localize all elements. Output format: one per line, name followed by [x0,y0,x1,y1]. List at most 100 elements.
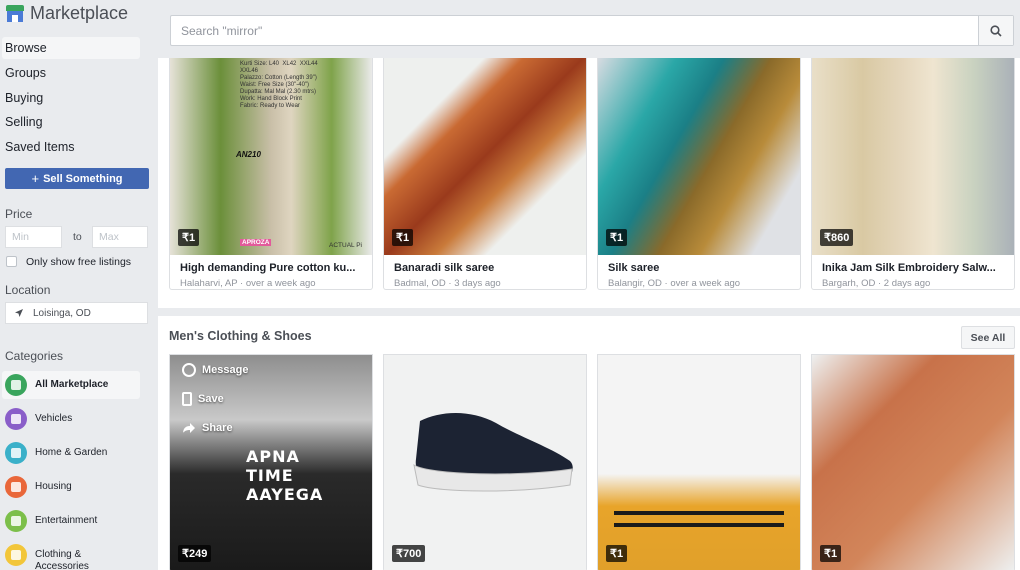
store-icon [6,4,24,22]
listing-location: Badmal, OD [394,278,446,289]
messenger-icon [182,363,196,377]
sneaker-image [413,413,573,492]
listing-card[interactable]: ₹1 [811,354,1015,570]
listing-card[interactable]: Kurti Size: L40 XL42 XXL44 XXL46 Palazzo… [169,58,373,290]
category-label: Clothing & Accessories [35,549,89,570]
category-all-marketplace[interactable]: All Marketplace [2,371,140,399]
search-button[interactable] [978,16,1013,45]
listing-time: 3 days ago [454,278,501,289]
listing-meta: Bargarh, OD · 2 days ago [822,278,931,289]
categories-heading: Categories [5,349,64,363]
listing-card[interactable]: ₹1 Silk saree Balangir, OD · over a week… [597,58,801,290]
product-code: AN210 [236,150,261,159]
listing-meta: Halaharvi, AP · over a week ago [180,278,316,289]
share-label: Share [202,422,233,434]
sidebar: Marketplace Browse Groups Buying Selling… [0,0,158,570]
category-label: All Marketplace [35,379,109,390]
category-clothing-accessories[interactable]: Clothing & Accessories [2,541,140,570]
search-icon [990,24,1002,37]
listing-time: over a week ago [670,278,741,289]
save-label: Save [198,393,224,405]
category-label: Home & Garden [35,447,108,458]
listing-title[interactable]: High demanding Pure cotton ku... [170,255,372,274]
listings-panel: Kurti Size: L40 XL42 XXL44 XXL46 Palazzo… [158,58,1020,308]
category-label: Vehicles [35,413,73,424]
mens-clothing-section: Men's Clothing & Shoes See All Message S… [158,316,1020,570]
listing-time: over a week ago [245,278,316,289]
listing-title[interactable]: Inika Jam Silk Embroidery Salw... [812,255,1014,274]
search-bar [170,15,1014,46]
category-entertainment[interactable]: Entertainment [2,507,140,535]
clothing-icon [5,544,27,566]
listing-card[interactable]: Message Save Share APNA TIME AAYEGA ₹249 [169,354,373,570]
listing-time: 2 days ago [883,278,931,289]
category-vehicles[interactable]: Vehicles [2,405,140,433]
listing-image: ₹700 [384,355,586,570]
listing-image: Kurti Size: L40 XL42 XXL44 XXL46 Palazzo… [170,58,372,255]
listing-image: ₹1 [598,355,800,570]
listing-image: Message Save Share APNA TIME AAYEGA ₹249 [170,355,372,570]
price-badge: ₹249 [178,545,212,562]
listing-card[interactable]: ₹1 [597,354,801,570]
location-heading: Location [5,283,51,297]
nav-item-saved-items[interactable]: Saved Items [2,136,140,158]
nav-item-buying[interactable]: Buying [2,87,140,109]
nav-item-browse[interactable]: Browse [2,37,140,59]
listing-location: Bargarh, OD [822,278,876,289]
navigation-arrow-icon [15,309,23,317]
price-badge: ₹1 [820,545,842,562]
entertainment-icon [5,510,27,532]
category-home-garden[interactable]: Home & Garden [2,439,140,467]
price-badge: ₹1 [606,229,628,246]
listing-card[interactable]: ₹1 Banaradi silk saree Badmal, OD · 3 da… [383,58,587,290]
price-badge: ₹1 [392,229,414,246]
section-title: Men's Clothing & Shoes [169,329,312,343]
price-heading: Price [5,207,33,221]
see-all-button[interactable]: See All [961,326,1015,349]
share-action[interactable]: Share [182,421,233,435]
free-listings-label[interactable]: Only show free listings [26,256,131,268]
product-tag: ACTUAL Pi [329,242,362,249]
share-icon [183,423,195,434]
home-garden-icon [5,442,27,464]
vehicle-icon [5,408,27,430]
listing-location: Halaharvi, AP [180,278,238,289]
price-badge: ₹700 [392,545,426,562]
search-input[interactable] [171,16,979,45]
listing-image: ₹1 [598,58,800,255]
price-badge: ₹1 [606,545,628,562]
price-min-input[interactable]: Min [5,226,62,248]
listing-card[interactable]: ₹700 [383,354,587,570]
brand-watermark: APROZA [240,239,272,246]
listing-title[interactable]: Silk saree [598,255,800,274]
listing-image: ₹1 [812,355,1014,570]
listing-meta: Balangir, OD · over a week ago [608,278,741,289]
category-label: Housing [35,481,72,492]
location-selector[interactable]: Loisinga, OD [5,302,148,324]
marketplace-header[interactable]: Marketplace [6,2,128,24]
save-action[interactable]: Save [182,392,224,406]
nav-item-selling[interactable]: Selling [2,111,140,133]
location-value: Loisinga, OD [33,307,91,319]
housing-icon [5,476,27,498]
listing-title[interactable]: Banaradi silk saree [384,255,586,274]
sell-something-button[interactable]: + Sell Something [5,168,149,189]
listing-meta: Badmal, OD · 3 days ago [394,278,501,289]
listing-image: ₹860 [812,58,1014,255]
sell-something-label: Sell Something [43,172,123,185]
free-listings-checkbox[interactable] [6,256,17,267]
nav-item-groups[interactable]: Groups [2,62,140,84]
listing-image: ₹1 [384,58,586,255]
message-label: Message [202,364,249,376]
tshirt-print-text: APNA TIME AAYEGA [246,447,324,504]
message-action[interactable]: Message [182,363,248,377]
page-title: Marketplace [30,2,129,23]
price-badge: ₹860 [820,229,854,246]
price-to-label: to [73,231,82,243]
price-badge: ₹1 [178,229,200,246]
listing-card[interactable]: ₹860 Inika Jam Silk Embroidery Salw... B… [811,58,1015,290]
product-spec-overlay: Kurti Size: L40 XL42 XXL44 XXL46 Palazzo… [240,61,318,109]
price-max-input[interactable]: Max [92,226,148,248]
category-housing[interactable]: Housing [2,473,140,501]
plus-icon: + [31,171,40,186]
